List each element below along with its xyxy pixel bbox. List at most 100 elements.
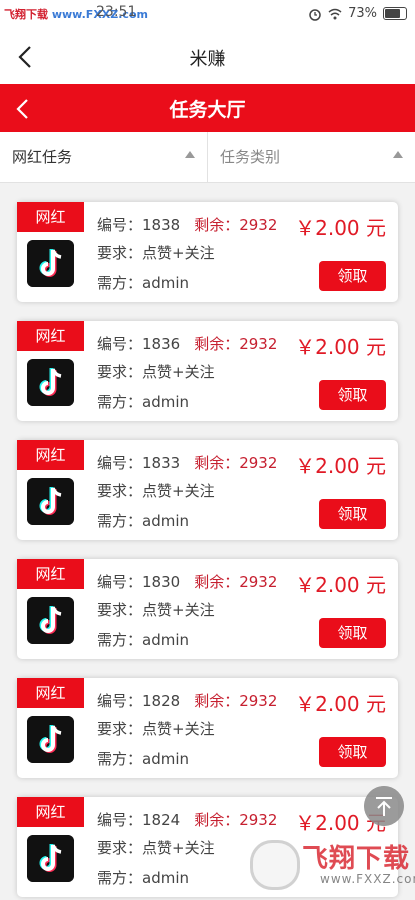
task-card: 网红 编号：1828 剩余：2932 要求：点赞+关注 需方：admin ￥2.0… — [17, 678, 398, 778]
scroll-to-top-icon[interactable] — [364, 786, 404, 826]
owner-label: 需方： — [97, 631, 143, 649]
task-owner-line: 需方：admin — [97, 510, 189, 531]
filter-category[interactable]: 任务类别 — [208, 132, 415, 182]
task-require: 点赞+关注 — [142, 601, 215, 619]
task-owner: admin — [142, 512, 190, 530]
require-label: 要求： — [97, 839, 143, 857]
number-label: 编号： — [97, 692, 143, 710]
task-require: 点赞+关注 — [142, 482, 215, 500]
task-number-line: 编号：1830 剩余：2932 — [97, 571, 277, 592]
claim-button[interactable]: 领取 — [319, 380, 386, 410]
claim-button[interactable]: 领取 — [319, 737, 386, 767]
owner-label: 需方： — [97, 393, 143, 411]
require-label: 要求： — [97, 482, 143, 500]
task-owner-line: 需方：admin — [97, 272, 189, 293]
require-label: 要求： — [97, 363, 143, 381]
task-owner: admin — [142, 631, 190, 649]
battery-percent: 73% — [348, 6, 377, 21]
task-tag: 网红 — [17, 559, 84, 589]
task-owner-line: 需方：admin — [97, 867, 189, 888]
task-tag: 网红 — [17, 440, 84, 470]
owner-label: 需方： — [97, 512, 143, 530]
task-price: ￥2.00 元 — [295, 216, 386, 240]
require-label: 要求： — [97, 720, 143, 738]
claim-button[interactable]: 领取 — [319, 618, 386, 648]
remain-label: 剩余： — [194, 454, 240, 472]
caret-up-icon — [185, 151, 195, 158]
task-owner: admin — [142, 393, 190, 411]
filter-task-type-label: 网红任务 — [12, 148, 73, 166]
watermark-logo-icon — [250, 840, 300, 890]
status-bar: 飞翔下载 www.FXXZ.com 23:51 73% — [0, 0, 415, 30]
tiktok-logo-icon — [27, 597, 74, 644]
task-number-line: 编号：1833 剩余：2932 — [97, 452, 277, 473]
filter-bar: 网红任务 任务类别 — [0, 132, 415, 183]
task-number: 1836 — [142, 335, 181, 353]
task-tag: 网红 — [17, 321, 84, 351]
filter-category-label: 任务类别 — [220, 148, 281, 166]
task-price: ￥2.00 元 — [295, 454, 386, 478]
task-number-line: 编号：1836 剩余：2932 — [97, 333, 277, 354]
task-number-line: 编号：1828 剩余：2932 — [97, 690, 277, 711]
tiktok-logo-icon — [27, 240, 74, 287]
task-number-line: 编号：1824 剩余：2932 — [97, 809, 277, 830]
number-label: 编号： — [97, 335, 143, 353]
tiktok-logo-icon — [27, 716, 74, 763]
remain-label: 剩余： — [194, 811, 240, 829]
claim-button[interactable]: 领取 — [319, 261, 386, 291]
owner-label: 需方： — [97, 750, 143, 768]
watermark-bottom-text: 飞翔下载 — [302, 844, 411, 874]
remain-label: 剩余： — [194, 573, 240, 591]
alarm-icon — [309, 8, 321, 21]
task-number: 1838 — [142, 216, 181, 234]
task-owner: admin — [142, 274, 190, 292]
status-icons: 73% — [308, 6, 407, 21]
require-label: 要求： — [97, 601, 143, 619]
page-title: 任务大厅 — [169, 99, 246, 121]
tiktok-logo-icon — [27, 478, 74, 525]
task-number: 1824 — [142, 811, 181, 829]
task-number: 1833 — [142, 454, 181, 472]
task-require: 点赞+关注 — [142, 720, 215, 738]
status-time: 23:51 — [96, 4, 137, 20]
task-owner-line: 需方：admin — [97, 748, 189, 769]
task-price: ￥2.00 元 — [295, 692, 386, 716]
tiktok-logo-icon — [27, 359, 74, 406]
page-header: 任务大厅 — [0, 84, 415, 132]
task-remain: 2932 — [239, 573, 278, 591]
task-remain: 2932 — [239, 811, 278, 829]
task-remain: 2932 — [239, 692, 278, 710]
tiktok-logo-icon — [27, 835, 74, 882]
task-require: 点赞+关注 — [142, 244, 215, 262]
task-card: 网红 编号：1830 剩余：2932 要求：点赞+关注 需方：admin ￥2.0… — [17, 559, 398, 659]
task-number: 1828 — [142, 692, 181, 710]
task-card: 网红 编号：1838 剩余：2932 要求：点赞+关注 需方：admin ￥2.0… — [17, 202, 398, 302]
number-label: 编号： — [97, 573, 143, 591]
task-owner: admin — [142, 869, 190, 887]
wifi-icon — [328, 8, 342, 19]
task-tag: 网红 — [17, 202, 84, 232]
task-card: 网红 编号：1833 剩余：2932 要求：点赞+关注 需方：admin ￥2.0… — [17, 440, 398, 540]
owner-label: 需方： — [97, 869, 143, 887]
task-require-line: 要求：点赞+关注 — [97, 837, 215, 858]
task-require-line: 要求：点赞+关注 — [97, 718, 215, 739]
watermark-bottom-url: www.FXXZ.com — [320, 872, 415, 886]
number-label: 编号： — [97, 811, 143, 829]
watermark-top-text: 飞翔下载 — [4, 8, 48, 21]
watermark-bottom: 飞翔下载 www.FXXZ.com — [250, 836, 415, 892]
task-owner-line: 需方：admin — [97, 629, 189, 650]
task-tag: 网红 — [17, 678, 84, 708]
filter-task-type[interactable]: 网红任务 — [0, 132, 208, 182]
remain-label: 剩余： — [194, 216, 240, 234]
task-require-line: 要求：点赞+关注 — [97, 480, 215, 501]
task-require-line: 要求：点赞+关注 — [97, 361, 215, 382]
task-number-line: 编号：1838 剩余：2932 — [97, 214, 277, 235]
remain-label: 剩余： — [194, 692, 240, 710]
app-title: 米赚 — [189, 49, 226, 70]
task-number: 1830 — [142, 573, 181, 591]
task-remain: 2932 — [239, 335, 278, 353]
task-card: 网红 编号：1836 剩余：2932 要求：点赞+关注 需方：admin ￥2.0… — [17, 321, 398, 421]
task-require: 点赞+关注 — [142, 363, 215, 381]
claim-button[interactable]: 领取 — [319, 499, 386, 529]
battery-icon — [383, 7, 407, 20]
